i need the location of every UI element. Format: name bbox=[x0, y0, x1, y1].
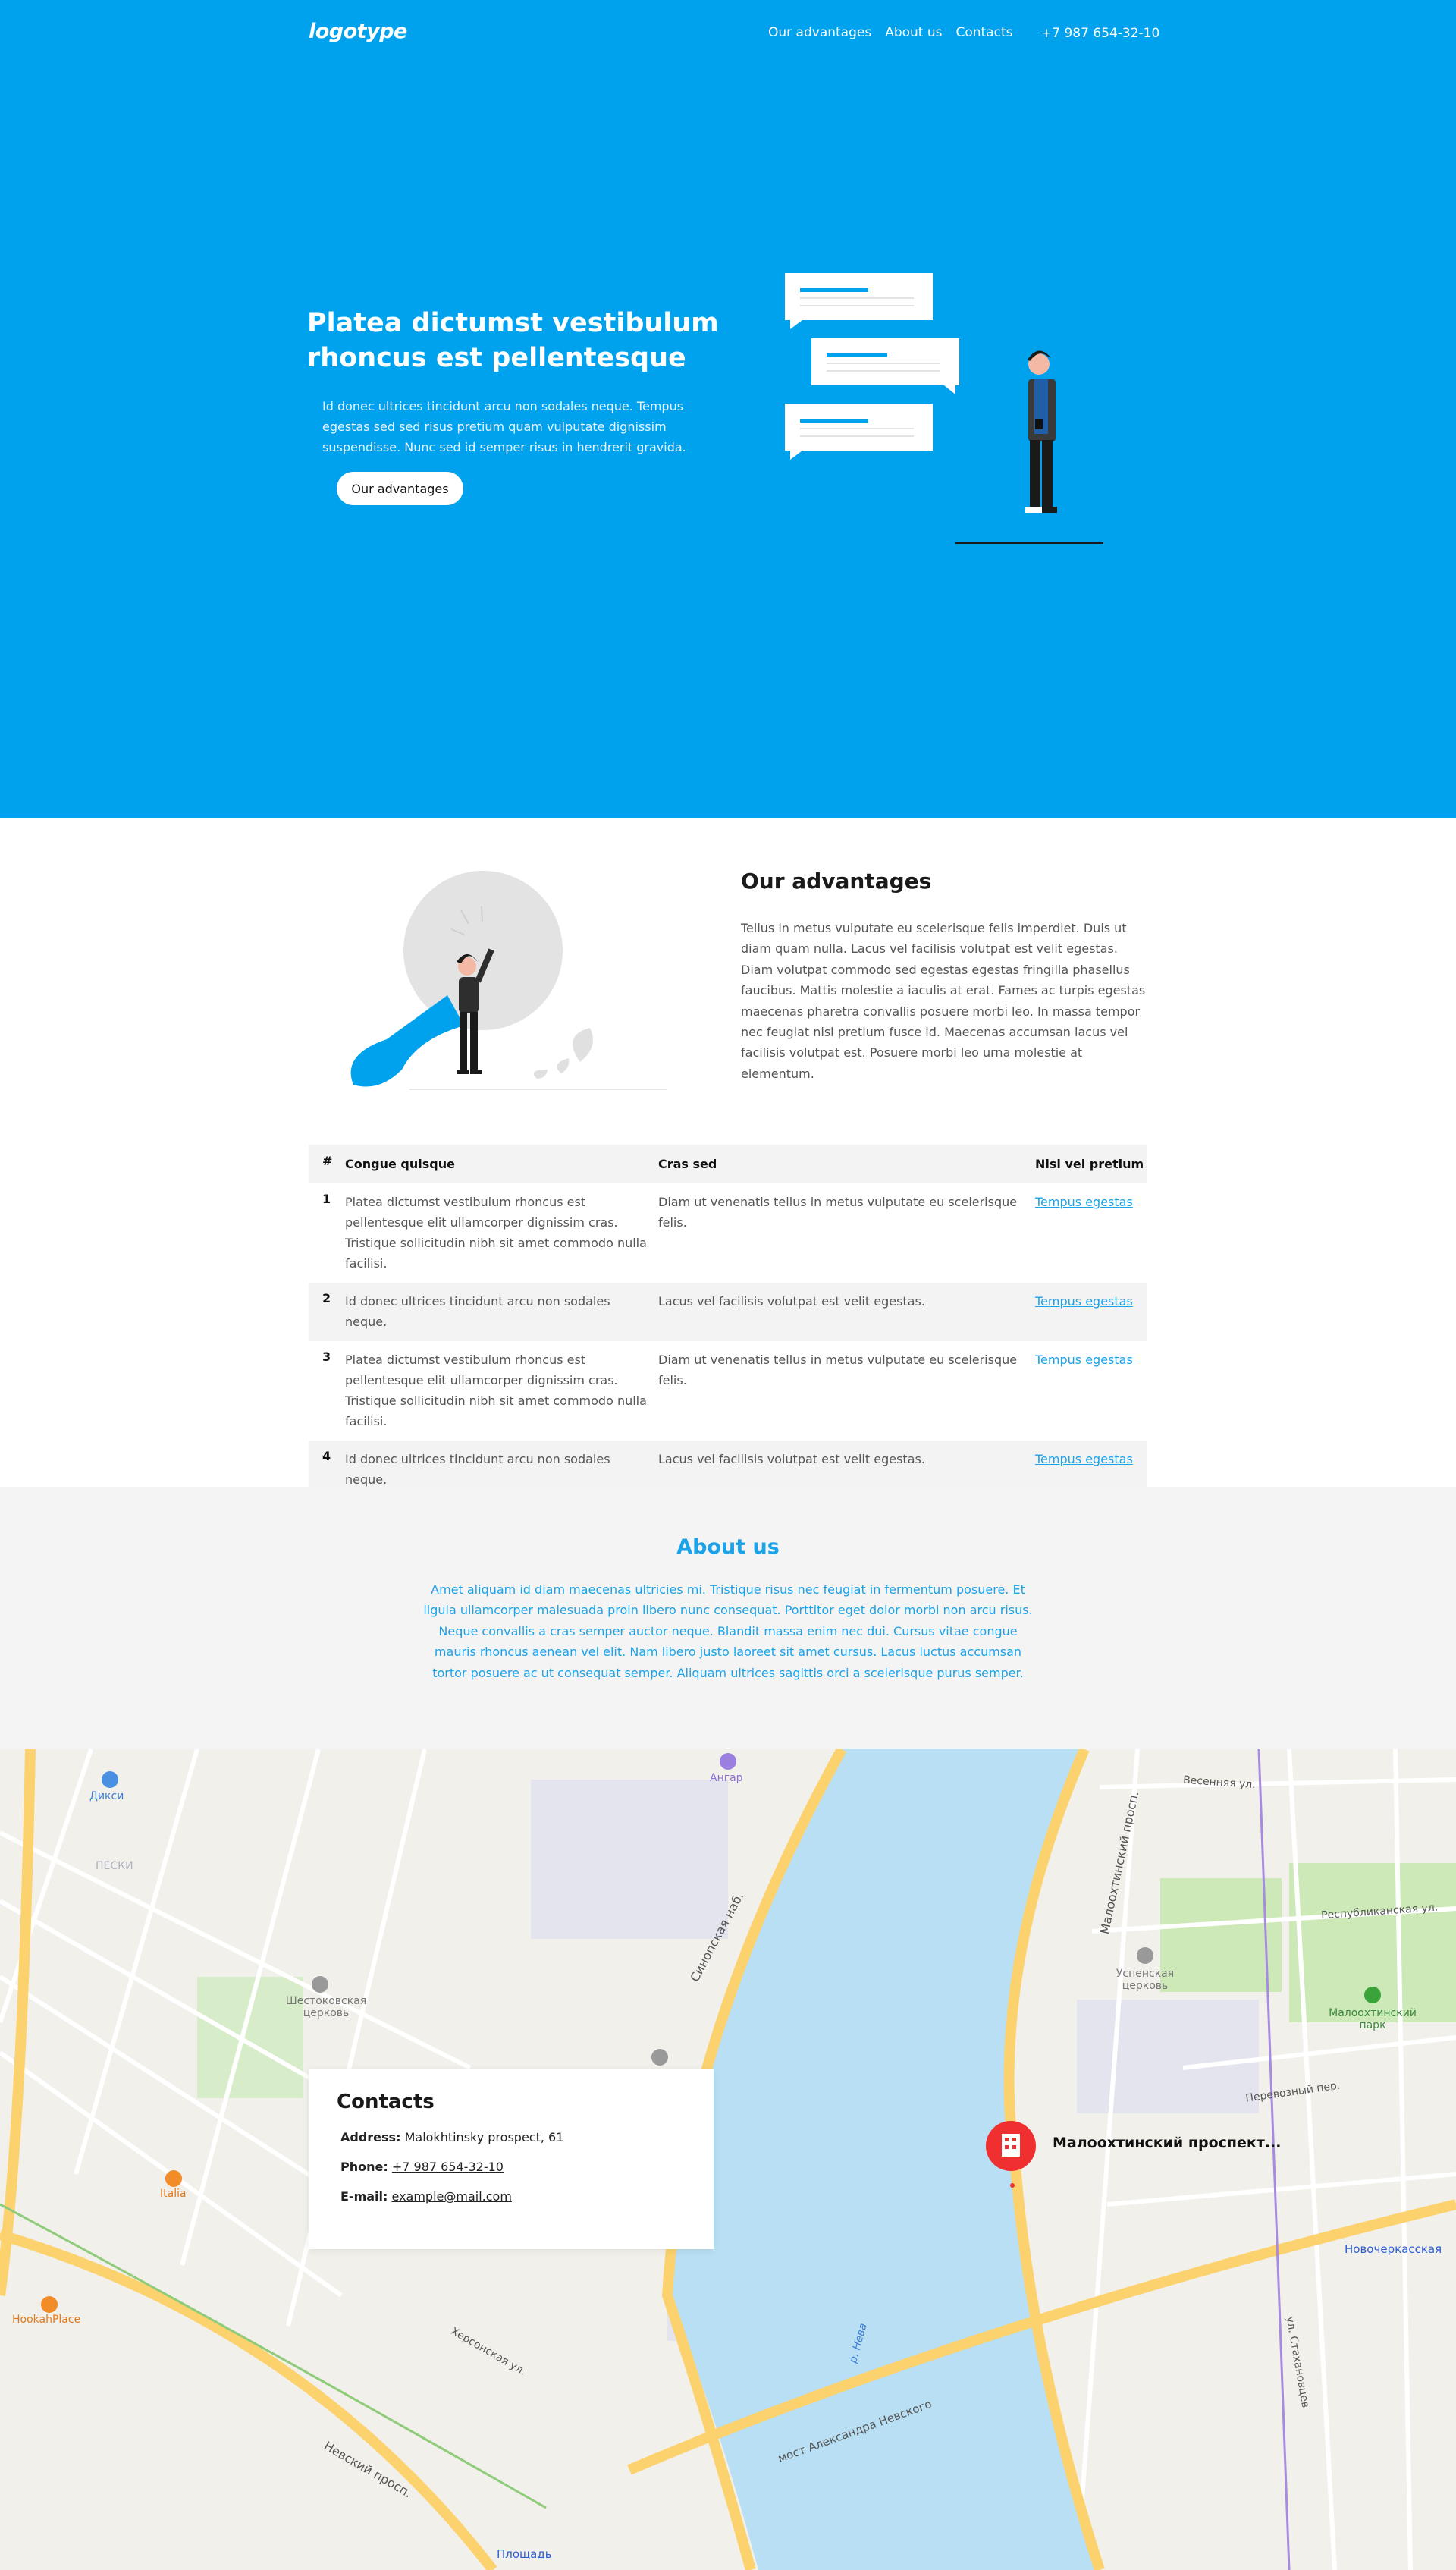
map-label-italia: Italia bbox=[160, 2188, 187, 2200]
table-cell-link[interactable]: Tempus egestas bbox=[1035, 1452, 1133, 1466]
contacts-phone-link[interactable]: +7 987 654-32-10 bbox=[392, 2160, 504, 2174]
table-header-col-c: Nisl vel pretium bbox=[1035, 1157, 1144, 1171]
main-nav: Our advantages About us Contacts bbox=[768, 25, 1013, 40]
table-cell-b: Lacus vel facilisis volutpat est velit e… bbox=[658, 1294, 925, 1309]
table-cell-b: Lacus vel facilisis volutpat est velit e… bbox=[658, 1452, 925, 1466]
hero-text: Id donec ultrices tincidunt arcu non sod… bbox=[322, 399, 686, 454]
table-cell-num: 4 bbox=[322, 1449, 331, 1463]
table-header-row: # Congue quisque Cras sed Nisl vel preti… bbox=[309, 1145, 1147, 1183]
nav-link-about[interactable]: About us bbox=[885, 25, 942, 40]
header-phone[interactable]: +7 987 654-32-10 bbox=[1041, 26, 1159, 41]
map-label-peski: ПЕСКИ bbox=[96, 1860, 133, 1872]
table-row: 1 Platea dictumst vestibulum rhoncus est… bbox=[309, 1183, 1147, 1283]
map-widget[interactable]: Дикси Ангар ПЕСКИ Шестоковская церковь У… bbox=[0, 1749, 1456, 2570]
map-label-dixi: Дикси bbox=[89, 1790, 124, 1802]
map-canvas[interactable] bbox=[0, 1749, 1456, 2570]
contacts-address-label: Address: bbox=[340, 2130, 401, 2144]
table-cell-b: Diam ut venenatis tellus in metus vulput… bbox=[658, 1195, 1018, 1230]
contacts-email-link[interactable]: example@mail.com bbox=[392, 2189, 512, 2204]
table-cell-a: Id donec ultrices tincidunt arcu non sod… bbox=[345, 1294, 610, 1329]
table-cell-a: Id donec ultrices tincidunt arcu non sod… bbox=[345, 1452, 610, 1487]
table-cell-num: 1 bbox=[322, 1192, 331, 1206]
advantages-table: # Congue quisque Cras sed Nisl vel preti… bbox=[309, 1145, 1147, 1499]
nav-link-advantages[interactable]: Our advantages bbox=[768, 25, 871, 40]
hero-advantages-button[interactable]: Our advantages bbox=[337, 472, 463, 505]
table-header-col-a: Congue quisque bbox=[345, 1157, 455, 1171]
contacts-phone: Phone: +7 987 654-32-10 bbox=[340, 2160, 686, 2174]
map-marker-label[interactable]: Малоохтинский проспект... bbox=[1053, 2135, 1281, 2151]
about-text: Amet aliquam id diam maecenas ultricies … bbox=[423, 1582, 1033, 1680]
table-cell-link[interactable]: Tempus egestas bbox=[1035, 1353, 1133, 1367]
contacts-email: E-mail: example@mail.com bbox=[340, 2189, 686, 2204]
table-cell-num: 3 bbox=[322, 1349, 331, 1364]
table-row: 3 Platea dictumst vestibulum rhoncus est… bbox=[309, 1341, 1147, 1441]
table-cell-b: Diam ut venenatis tellus in metus vulput… bbox=[658, 1353, 1018, 1387]
hero-section: logotype Our advantages About us Contact… bbox=[0, 0, 1456, 818]
table-row: 2 Id donec ultrices tincidunt arcu non s… bbox=[309, 1283, 1147, 1341]
map-label-church1: Шестоковская церковь bbox=[285, 1995, 367, 2019]
map-label-metro-ploshchad: Площадь bbox=[497, 2547, 552, 2561]
table-cell-a: Platea dictumst vestibulum rhoncus est p… bbox=[345, 1353, 647, 1428]
contacts-address: Address: Malokhtinsky prospect, 61 bbox=[340, 2130, 686, 2144]
contacts-title: Contacts bbox=[337, 2091, 435, 2113]
contacts-address-value: Malokhtinsky prospect, 61 bbox=[404, 2130, 564, 2144]
map-label-hookah: HookahPlace bbox=[12, 2314, 81, 2326]
contacts-email-label: E-mail: bbox=[340, 2189, 388, 2204]
advantages-text: Tellus in metus vulputate eu scelerisque… bbox=[741, 921, 1146, 1081]
map-label-park: Малоохтинский парк bbox=[1329, 2007, 1417, 2031]
table-header-col-b: Cras sed bbox=[658, 1157, 717, 1171]
table-cell-num: 2 bbox=[322, 1291, 331, 1305]
about-section: About us Amet aliquam id diam maecenas u… bbox=[0, 1487, 1456, 1749]
table-header-num: # bbox=[322, 1154, 333, 1168]
advantages-title: Our advantages bbox=[741, 869, 932, 894]
nav-link-contacts[interactable]: Contacts bbox=[956, 25, 1013, 40]
hero-title: Platea dictumst vestibulum rhoncus est p… bbox=[307, 308, 719, 373]
about-title: About us bbox=[676, 1535, 780, 1559]
contacts-phone-label: Phone: bbox=[340, 2160, 388, 2174]
hero-chat-illustration bbox=[785, 273, 1103, 544]
contacts-card: Contacts Address: Malokhtinsky prospect,… bbox=[309, 2069, 714, 2249]
map-label-angar: Ангар bbox=[710, 1772, 743, 1784]
map-label-church2: Успенская церковь bbox=[1116, 1968, 1175, 1992]
table-cell-a: Platea dictumst vestibulum rhoncus est p… bbox=[345, 1195, 647, 1271]
map-label-metro-novocherkasskaya: Новочеркасская bbox=[1345, 2242, 1442, 2256]
advantages-hero-illustration bbox=[350, 871, 667, 1090]
logo[interactable]: logotype bbox=[309, 20, 407, 43]
table-cell-link[interactable]: Tempus egestas bbox=[1035, 1195, 1133, 1209]
table-cell-link[interactable]: Tempus egestas bbox=[1035, 1294, 1133, 1309]
